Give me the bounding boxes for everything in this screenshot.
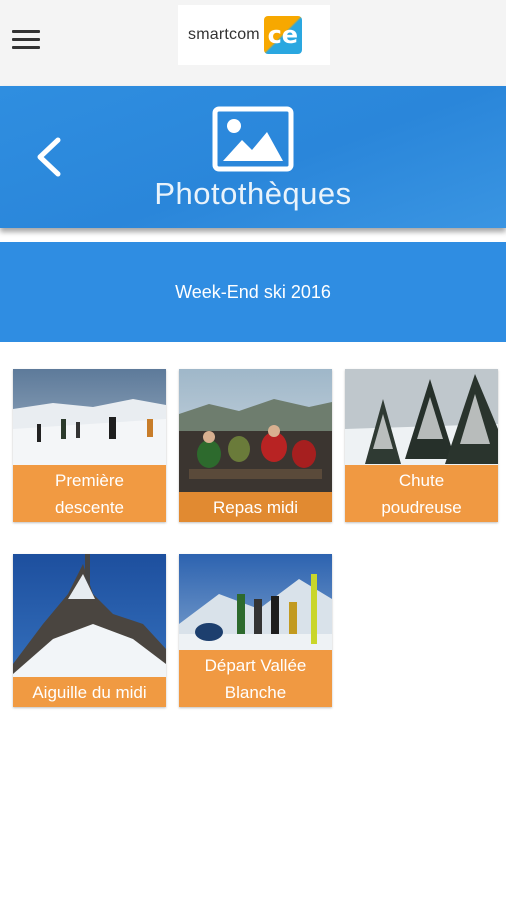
logo-text: smartcom — [188, 26, 260, 43]
album-header: Week-End ski 2016 — [0, 242, 506, 342]
photo-tile-aiguille-du-midi[interactable]: Aiguille du midi — [13, 554, 166, 707]
photo-tile-depart-vallee-blanche[interactable]: Départ Vallée Blanche — [179, 554, 332, 707]
photo-label-line: Aiguille du midi — [32, 682, 147, 702]
photo-tile-label: Chute poudreuse — [345, 465, 498, 522]
photo-label-line: Départ Vallée — [204, 655, 307, 675]
photo-icon — [212, 106, 294, 172]
logo-badge: ce — [263, 16, 302, 54]
section-header: Photothèques — [0, 86, 506, 228]
photo-tile-chute-poudreuse[interactable]: Chute poudreuse — [345, 369, 498, 522]
photo-label-line: Repas midi — [212, 497, 299, 517]
photo-label-line: Chute — [398, 470, 445, 490]
photo-label-line: Blanche — [224, 682, 287, 702]
photo-tile-label: Repas midi — [179, 492, 332, 522]
hamburger-menu-icon[interactable] — [12, 28, 42, 52]
photo-label-line: descente — [55, 497, 124, 517]
photo-label-line: Première — [55, 470, 124, 490]
photo-tile-premiere-descente[interactable]: Première descente — [13, 369, 166, 522]
photo-tile-label: Aiguille du midi — [13, 677, 166, 707]
album-title: Week-End ski 2016 — [175, 281, 331, 302]
page-title: Photothèques — [154, 176, 352, 211]
photo-tile-label: Départ Vallée Blanche — [179, 650, 332, 707]
app-logo: smartcom ce — [178, 5, 330, 65]
chevron-left-icon[interactable] — [30, 134, 70, 180]
photo-label-line: poudreuse — [381, 497, 462, 517]
top-bar: smartcom ce — [0, 0, 506, 86]
photo-tile-repas-midi[interactable]: Repas midi — [179, 369, 332, 522]
photo-tile-label: Première descente — [13, 465, 166, 522]
